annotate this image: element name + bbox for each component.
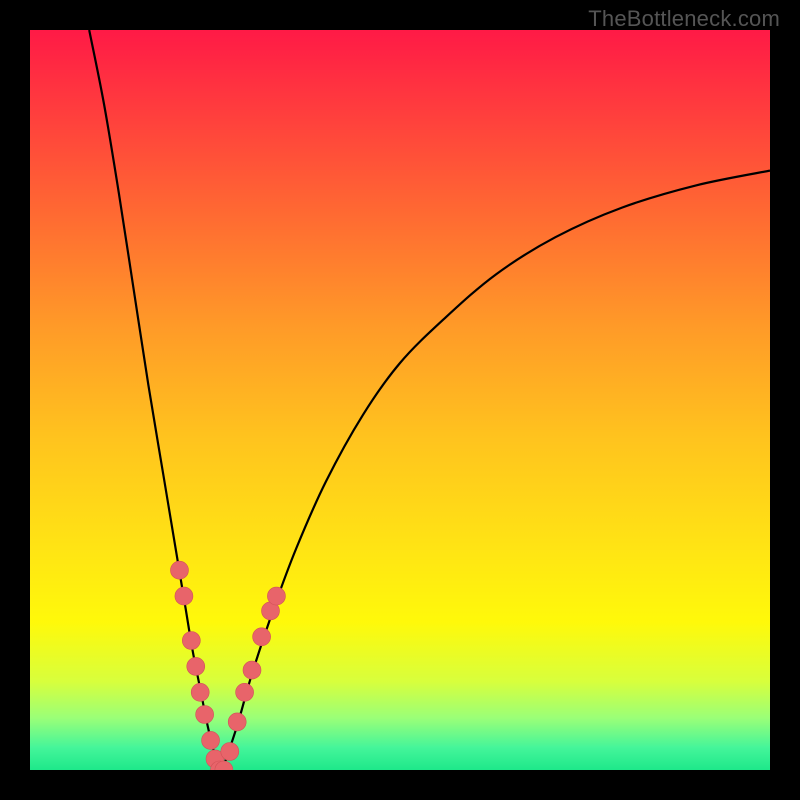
data-marker	[243, 661, 261, 679]
plot-area	[30, 30, 770, 770]
data-marker	[221, 743, 239, 761]
data-marker	[228, 713, 246, 731]
data-marker	[196, 706, 214, 724]
outer-frame: TheBottleneck.com	[0, 0, 800, 800]
data-marker	[236, 683, 254, 701]
data-marker	[267, 587, 285, 605]
curve-right	[222, 171, 770, 770]
curve-left	[89, 30, 222, 770]
data-marker	[202, 731, 220, 749]
watermark-label: TheBottleneck.com	[588, 6, 780, 32]
chart-svg	[30, 30, 770, 770]
data-marker	[182, 632, 200, 650]
data-marker	[175, 587, 193, 605]
data-markers	[170, 561, 285, 770]
data-marker	[253, 628, 271, 646]
data-marker	[170, 561, 188, 579]
data-marker	[191, 683, 209, 701]
data-marker	[187, 657, 205, 675]
